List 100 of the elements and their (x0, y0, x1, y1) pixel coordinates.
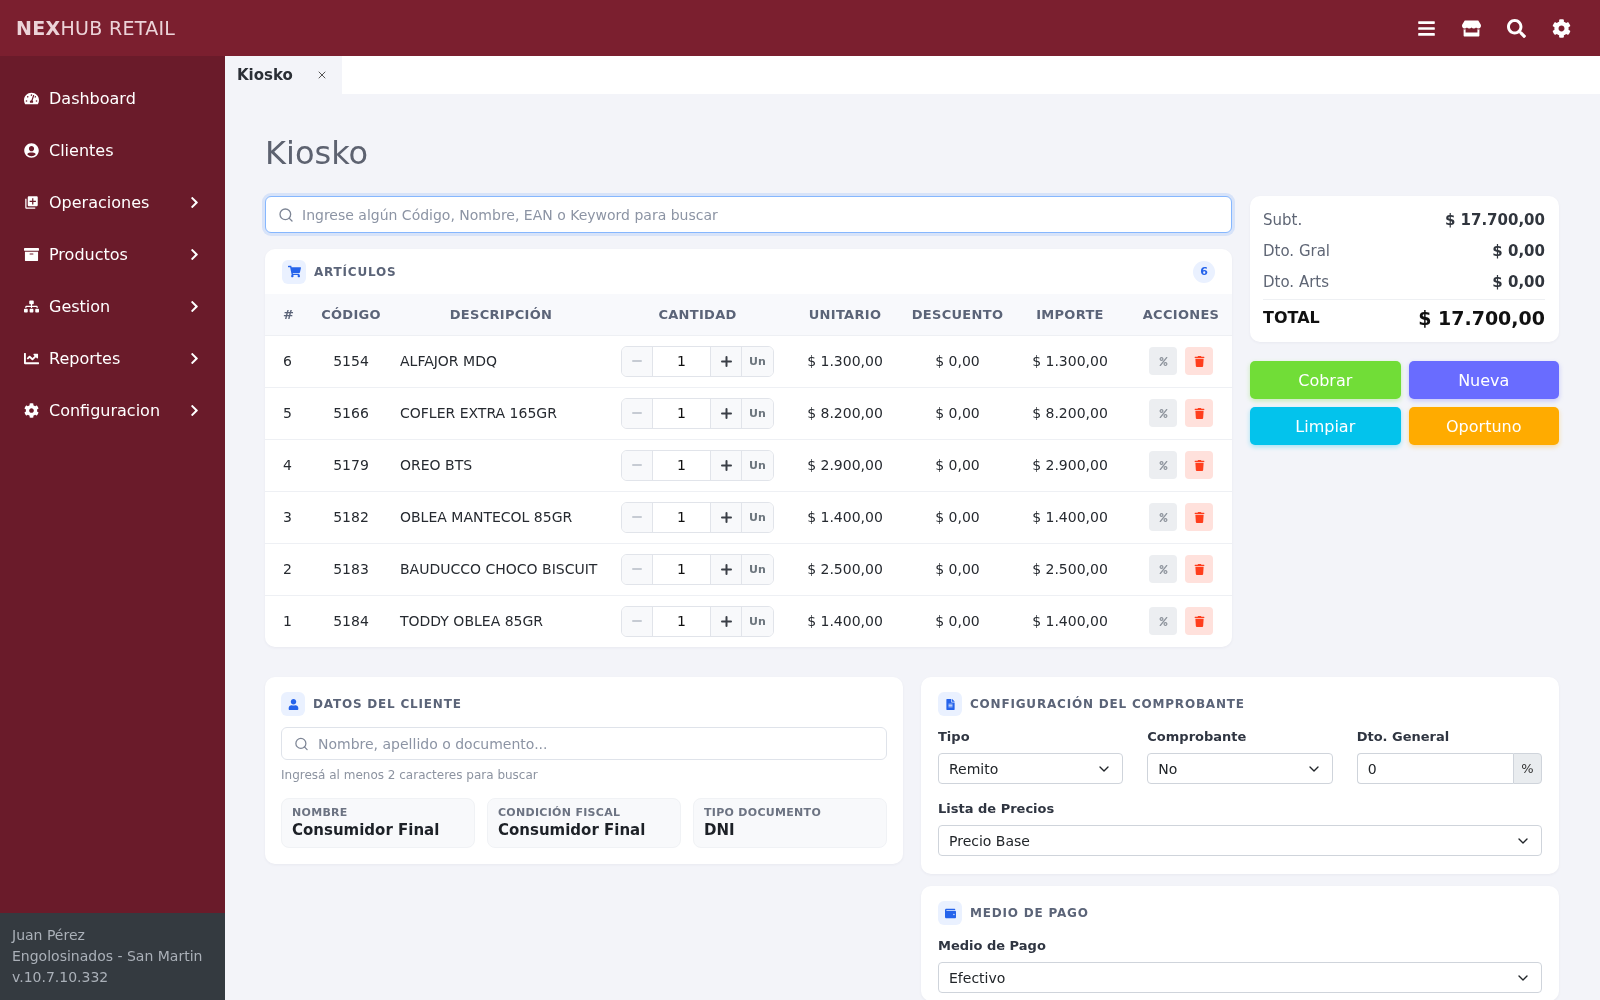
percent-icon (1158, 408, 1168, 418)
percent-button[interactable] (1149, 399, 1177, 427)
plus-button[interactable] (711, 606, 741, 636)
unit-label: Un (741, 346, 773, 376)
gauge-icon (24, 90, 39, 106)
field-label: Medio de Pago (938, 937, 1047, 955)
percent-button[interactable] (1149, 607, 1177, 636)
table-cell: 4 (265, 439, 310, 491)
sidebar-item[interactable]: Configuracion (0, 384, 225, 436)
summary-value: $ 0,00 (1492, 241, 1545, 260)
percent-icon (1158, 512, 1168, 522)
plus-button[interactable] (711, 346, 741, 376)
field-label: Dto. General (1356, 728, 1451, 746)
delete-button[interactable] (1185, 399, 1213, 427)
chevron-right-icon (188, 195, 201, 209)
unit-label: Un (741, 606, 773, 636)
chevron-right-icon (188, 299, 201, 313)
settings-icon[interactable] (1552, 18, 1571, 38)
quantity-field[interactable]: 1 (652, 450, 711, 480)
sidebar-item[interactable]: Dashboard (0, 72, 225, 124)
minus-icon (632, 568, 642, 570)
plus-button[interactable] (711, 398, 741, 428)
table-cell: $ 1.300,00 (1010, 335, 1130, 387)
table-cell: $ 0,00 (905, 439, 1010, 491)
select-field[interactable]: Remito (938, 753, 1124, 784)
minus-icon (632, 620, 642, 623)
search-icon (294, 736, 309, 751)
logo: NEXHUB RETAIL (16, 17, 176, 39)
trash-icon (1193, 459, 1205, 471)
table-cell: TODDY OBLEA 85GR (392, 595, 610, 647)
quantity-field[interactable]: 1 (652, 346, 711, 376)
search-icon[interactable] (1507, 18, 1526, 38)
percent-button[interactable] (1149, 555, 1177, 583)
table-cell: COFLER EXTRA 165GR (392, 387, 610, 439)
table-cell: OBLEA MANTECOL 85GR (392, 491, 610, 543)
table-cell: 5154 (310, 335, 392, 387)
delete-button[interactable] (1185, 607, 1213, 636)
action-button[interactable]: Nueva (1408, 361, 1559, 399)
minus-icon (632, 516, 642, 518)
section-title: ARTÍCULOS (314, 264, 397, 279)
percent-button[interactable] (1149, 503, 1177, 531)
info-value: DNI (704, 821, 736, 839)
quantity-field[interactable]: 1 (652, 606, 711, 636)
table-cell: 5166 (310, 387, 392, 439)
select-field[interactable]: Efectivo (938, 962, 1542, 993)
tab[interactable]: Kiosko (225, 56, 342, 94)
table-cell: 5179 (310, 439, 392, 491)
column-header: DESCUENTO (905, 294, 1010, 335)
info-value: Consumidor Final (498, 821, 647, 839)
field-label: Comprobante (1147, 728, 1248, 746)
table-cell: $ 0,00 (905, 595, 1010, 647)
trash-icon (1193, 511, 1205, 523)
menu-icon[interactable] (1417, 18, 1436, 38)
close-icon[interactable] (316, 69, 328, 81)
sidebar-item[interactable]: Operaciones (0, 176, 225, 228)
percent-button[interactable] (1149, 451, 1177, 479)
sidebar-item[interactable]: Gestion (0, 280, 225, 332)
column-header: # (265, 294, 310, 335)
plus-icon (720, 407, 732, 419)
delete-button[interactable] (1185, 555, 1213, 583)
sidebar-item[interactable]: Clientes (0, 124, 225, 176)
quantity-field[interactable]: 1 (652, 398, 711, 428)
summary-label: Subt. (1263, 210, 1303, 229)
minus-icon (632, 464, 642, 466)
input-field[interactable]: 0 (1356, 753, 1513, 784)
select-field[interactable]: No (1147, 753, 1333, 784)
field-label: Tipo (938, 728, 971, 746)
field-label: Lista de Precios (938, 800, 1056, 818)
search-field[interactable]: Ingrese algún Código, Nombre, EAN o Keyword para buscar (265, 196, 1232, 233)
delete-button[interactable] (1185, 451, 1213, 479)
plus-button[interactable] (711, 502, 741, 532)
table-cell: $ 8.200,00 (785, 387, 905, 439)
table-cell: $ 1.400,00 (1010, 491, 1130, 543)
chevron-right-icon (188, 403, 201, 417)
search-icon (278, 206, 294, 223)
chevron-right-icon (188, 247, 201, 261)
table-cell: $ 2.900,00 (785, 439, 905, 491)
delete-button[interactable] (1185, 503, 1213, 531)
table-cell: $ 8.200,00 (1010, 387, 1130, 439)
unit-label: Un (741, 450, 773, 480)
quantity-field[interactable]: 1 (652, 502, 711, 532)
gear-icon (24, 402, 39, 418)
select-field[interactable]: Precio Base (938, 825, 1542, 856)
sidebar-item[interactable]: Productos (0, 228, 225, 280)
plus-button[interactable] (711, 554, 741, 584)
summary-value: $ 0,00 (1492, 272, 1545, 291)
delete-button[interactable] (1185, 347, 1213, 375)
plus-button[interactable] (711, 450, 741, 480)
quantity-field[interactable]: 1 (652, 554, 711, 584)
trash-icon (1193, 355, 1205, 367)
column-header: IMPORTE (1010, 294, 1130, 335)
sidebar-item[interactable]: Reportes (0, 332, 225, 384)
plus-icon (720, 563, 732, 575)
column-header: CANTIDAD (610, 294, 785, 335)
column-header: DESCRIPCIÓN (392, 294, 610, 335)
table-cell: 1 (265, 595, 310, 647)
table-cell: $ 2.500,00 (1010, 543, 1130, 595)
version-label: v.10.7.10.332 (12, 968, 110, 987)
store-icon[interactable] (1462, 18, 1481, 38)
percent-button[interactable] (1149, 347, 1177, 375)
